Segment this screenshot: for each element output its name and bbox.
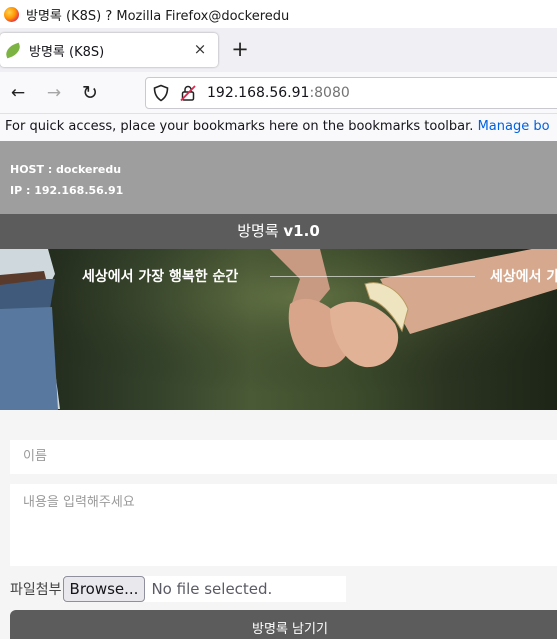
banner-text-secondary: 세상에서 가 xyxy=(490,269,557,285)
bookmarks-toolbar: For quick access, place your bookmarks h… xyxy=(0,114,557,141)
page-content: HOST : dockeredu IP : 192.168.56.91 방명록 … xyxy=(0,141,557,639)
firefox-icon xyxy=(4,6,19,22)
insecure-lock-icon[interactable] xyxy=(179,84,197,102)
url-bar[interactable]: 192.168.56.91:8080 xyxy=(145,77,557,109)
tab-strip: 방명록 (K8S) × + xyxy=(0,28,557,72)
url-text[interactable]: 192.168.56.91:8080 xyxy=(207,85,350,101)
browse-button[interactable]: Browse... xyxy=(62,575,146,602)
content-textarea[interactable]: 내용을 입력해주세요 xyxy=(10,484,557,566)
tracking-shield-icon[interactable] xyxy=(152,84,170,102)
version-label: v1.0 xyxy=(283,222,320,240)
file-attach-row: 파일첨부 Browse... No file selected. xyxy=(10,575,346,602)
close-tab-icon[interactable]: × xyxy=(190,40,210,58)
tab-guestbook[interactable]: 방명록 (K8S) × xyxy=(0,33,218,67)
navigation-bar: ← → ↻ 192.168.56.91:8080 xyxy=(0,72,557,114)
bookmarks-message: For quick access, place your bookmarks h… xyxy=(5,119,474,134)
file-status-text: No file selected. xyxy=(151,579,273,598)
window-title: 방명록 (K8S) ? Mozilla Firefox@dockeredu xyxy=(26,8,290,24)
back-button[interactable]: ← xyxy=(6,81,30,105)
file-attach-label: 파일첨부 xyxy=(10,581,62,598)
url-port: :8080 xyxy=(309,85,350,101)
spring-leaf-icon xyxy=(3,42,23,58)
banner-divider xyxy=(270,276,475,277)
manage-bookmarks-link[interactable]: Manage bo xyxy=(478,119,550,134)
file-input[interactable]: Browse... No file selected. xyxy=(62,575,346,602)
reload-button[interactable]: ↻ xyxy=(78,81,102,105)
tab-label: 방명록 (K8S) xyxy=(29,44,105,60)
page-title: 방명록 xyxy=(237,222,279,240)
page-header: 방명록 v1.0 xyxy=(0,214,557,249)
ip-label: IP : 192.168.56.91 xyxy=(10,184,124,197)
name-input[interactable]: 이름 xyxy=(10,440,557,474)
url-host: 192.168.56.91 xyxy=(207,85,310,101)
hero-banner: 세상에서 가장 행복한 순간 세상에서 가 xyxy=(0,249,557,410)
host-info-box: HOST : dockeredu IP : 192.168.56.91 xyxy=(0,141,557,214)
host-label: HOST : dockeredu xyxy=(10,163,122,176)
banner-text-primary: 세상에서 가장 행복한 순간 xyxy=(82,269,239,285)
submit-guestbook-button[interactable]: 방명록 남기기 xyxy=(10,610,557,639)
window-titlebar: 방명록 (K8S) ? Mozilla Firefox@dockeredu xyxy=(0,0,557,28)
new-tab-button[interactable]: + xyxy=(228,38,252,60)
forward-button[interactable]: → xyxy=(42,81,66,105)
